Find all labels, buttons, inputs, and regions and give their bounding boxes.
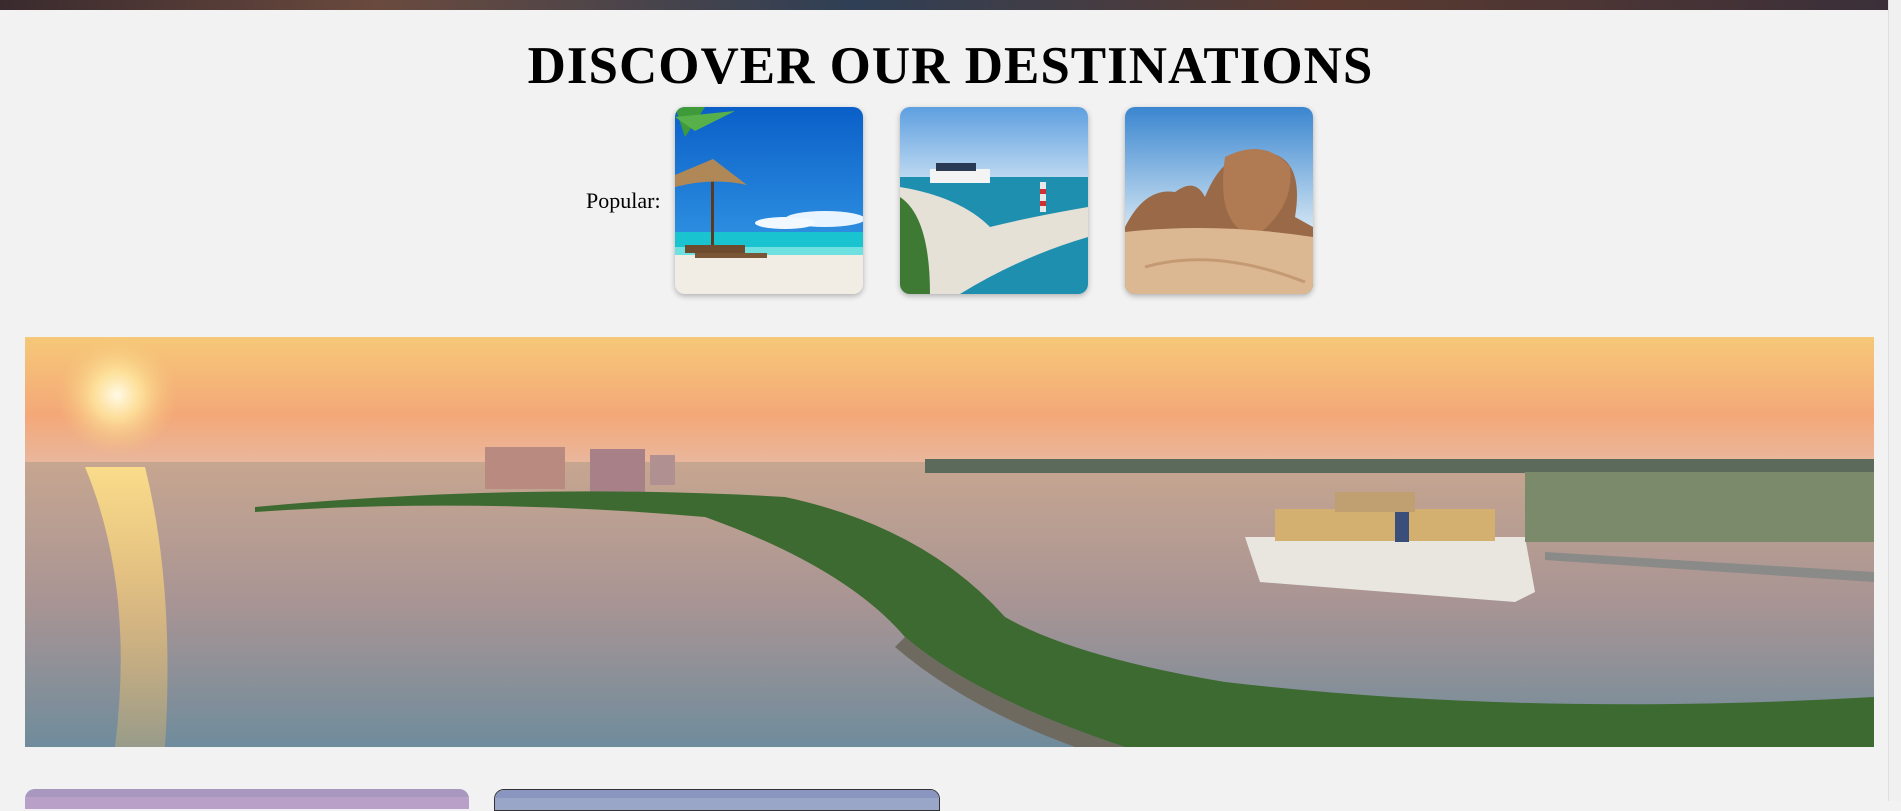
- header-banner-strip: [0, 0, 1901, 10]
- desert-image: [1125, 107, 1313, 294]
- popular-destination-beach[interactable]: [675, 107, 863, 294]
- island-image: [900, 107, 1088, 294]
- beach-image: [675, 107, 863, 294]
- page-scrollbar[interactable]: [1888, 0, 1901, 801]
- popular-destination-island[interactable]: [900, 107, 1088, 294]
- destination-card-1[interactable]: [25, 789, 469, 809]
- hero-panorama-image: [25, 337, 1874, 747]
- card-image-2: [495, 790, 939, 810]
- page-title: DISCOVER OUR DESTINATIONS: [527, 37, 1374, 95]
- destination-card-2[interactable]: [494, 789, 940, 811]
- popular-destination-desert[interactable]: [1125, 107, 1313, 294]
- popular-label: Popular:: [586, 188, 661, 213]
- card-image-1: [25, 789, 469, 809]
